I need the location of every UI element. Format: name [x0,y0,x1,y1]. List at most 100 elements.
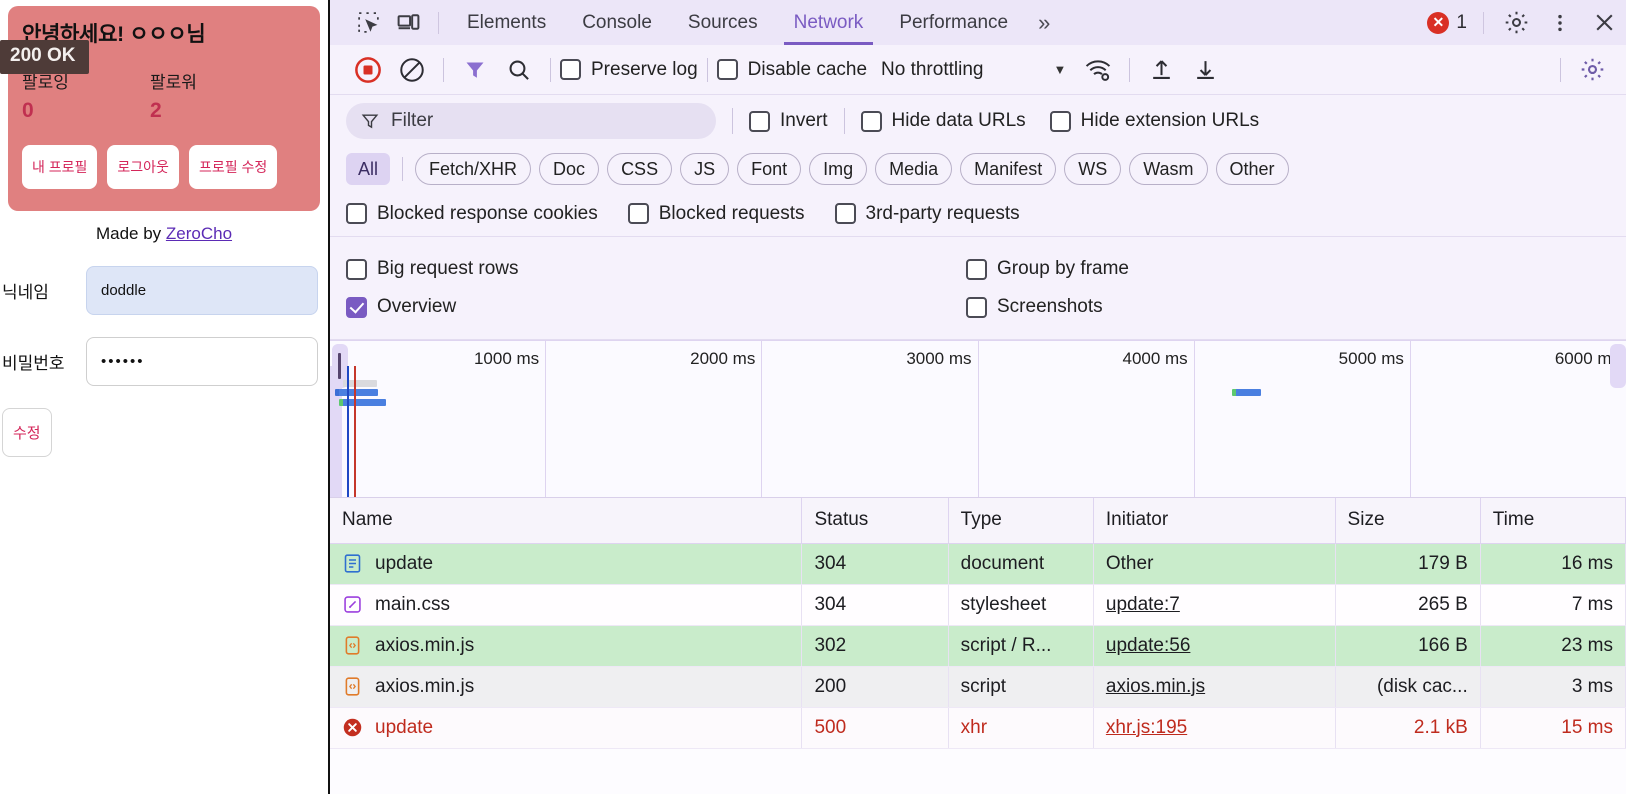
initiator-link[interactable]: update:56 [1106,635,1191,656]
blocked-response-cookies-label: Blocked response cookies [377,202,598,224]
cell-name[interactable]: axios.min.js [330,666,803,708]
cell-time: 16 ms [1480,543,1626,585]
chip-ws[interactable]: WS [1064,153,1122,185]
blocked-requests-checkbox[interactable]: Blocked requests [627,203,805,225]
big-request-rows-checkbox[interactable]: Big request rows [346,258,966,280]
tab-network[interactable]: Network [776,0,882,45]
group-by-frame-checkbox[interactable]: Group by frame [966,258,1129,280]
column-header-size[interactable]: Size [1335,498,1481,544]
requests-table-body: update 304 document Other 179 B 16 ms main.css… [330,543,1626,749]
hide-data-urls-checkbox[interactable]: Hide data URLs [860,110,1026,132]
upload-icon[interactable] [1139,52,1183,88]
disable-cache-checkbox[interactable]: Disable cache [716,59,867,81]
clear-icon[interactable] [390,52,434,88]
close-icon[interactable] [1582,0,1626,45]
kebab-menu-icon[interactable] [1538,0,1582,45]
cell-initiator[interactable]: axios.min.js [1093,666,1336,708]
cell-name[interactable]: update [330,707,803,749]
chip-media[interactable]: Media [875,153,953,185]
record-stop-icon[interactable] [346,52,390,88]
column-header-type[interactable]: Type [948,498,1094,544]
big-request-rows-label: Big request rows [377,258,519,279]
chip-doc[interactable]: Doc [539,153,600,185]
settings-gear-icon[interactable] [1494,0,1538,45]
zerocho-link[interactable]: ZeroCho [166,224,232,243]
chip-wasm[interactable]: Wasm [1129,153,1208,185]
column-header-time[interactable]: Time [1480,498,1626,544]
edit-profile-button[interactable]: 프로필 수정 [188,145,278,189]
overview-cell-3000: 3000 ms [762,340,979,497]
blocked-filters-row: Blocked response cookies Blocked request… [330,191,1626,237]
logout-button[interactable]: 로그아웃 [107,145,179,189]
overview-checkbox[interactable]: Overview [346,296,966,318]
filter-input[interactable]: Filter [346,103,716,139]
overview-cell-5000: 5000 ms [1195,340,1411,497]
overview-right-handle[interactable] [1610,344,1626,388]
chip-img[interactable]: Img [809,153,868,185]
big-request-rows-cell: Big request rows [346,258,966,280]
chip-font[interactable]: Font [737,153,802,185]
cell-type: script / R... [948,625,1094,667]
chip-all[interactable]: All [346,153,391,185]
funnel-icon[interactable] [453,52,497,88]
chip-css[interactable]: CSS [607,153,673,185]
group-by-frame-label: Group by frame [997,258,1129,279]
preserve-log-checkbox[interactable]: Preserve log [560,59,698,81]
screenshots-checkbox[interactable]: Screenshots [966,296,1103,318]
inspect-element-icon[interactable] [348,6,388,39]
network-overview-timeline[interactable]: 1000 ms 2000 ms 3000 ms 4000 ms 5000 ms … [330,340,1626,498]
initiator-link[interactable]: update:7 [1106,594,1180,615]
cell-name[interactable]: axios.min.js [330,625,803,667]
tab-elements[interactable]: Elements [449,0,564,45]
network-settings-gear-icon[interactable] [1570,52,1614,88]
my-profile-button[interactable]: 내 프로필 [22,145,98,189]
network-toolbar: Preserve log Disable cache No throttling… [330,45,1626,95]
following-count: 0 [22,99,34,122]
cell-initiator[interactable]: update:56 [1093,625,1336,667]
cell-size: 179 B [1335,543,1481,585]
requests-table-wrap[interactable]: Name Status Type Initiator Size Time upd… [330,498,1626,794]
table-row[interactable]: axios.min.js 302 script / R... update:56 166… [330,625,1626,667]
cell-initiator[interactable]: xhr.js:195 [1093,707,1336,749]
password-input[interactable] [86,337,318,386]
chip-fetch-xhr[interactable]: Fetch/XHR [415,153,532,185]
hide-extension-urls-checkbox[interactable]: Hide extension URLs [1049,110,1259,132]
chip-js[interactable]: JS [680,153,730,185]
initiator-link[interactable]: xhr.js:195 [1106,717,1187,738]
tab-sources[interactable]: Sources [670,0,776,45]
tab-performance[interactable]: Performance [881,0,1026,45]
wifi-gear-icon[interactable] [1076,52,1120,88]
script-icon [342,635,363,656]
download-icon[interactable] [1183,52,1227,88]
error-count-label: 1 [1456,11,1467,33]
more-tabs-icon[interactable]: » [1026,10,1062,36]
chip-manifest[interactable]: Manifest [960,153,1057,185]
made-by: Made by ZeroCho [0,224,328,244]
third-party-requests-checkbox[interactable]: 3rd-party requests [834,203,1020,225]
search-icon[interactable] [497,52,541,88]
nickname-input[interactable] [86,266,318,315]
column-header-name[interactable]: Name [330,498,803,544]
options-line-1: Big request rows Group by frame [346,250,1610,288]
cell-name[interactable]: update [330,543,803,585]
cell-initiator[interactable]: update:7 [1093,584,1336,626]
device-toolbar-icon[interactable] [388,6,428,39]
tab-console[interactable]: Console [564,0,670,45]
chip-other[interactable]: Other [1215,153,1289,185]
stylesheet-icon [342,594,363,615]
toolbar-divider-5 [1560,57,1561,82]
network-options: Big request rows Group by frame Overview [330,237,1626,340]
table-row[interactable]: main.css 304 stylesheet update:7 265 B7 ms [330,584,1626,626]
initiator-link[interactable]: axios.min.js [1106,676,1205,697]
submit-edit-button[interactable]: 수정 [2,408,52,457]
error-count-badge[interactable]: ✕ 1 [1427,11,1467,34]
column-header-status[interactable]: Status [801,498,949,544]
table-row[interactable]: update 304 document Other 179 B 16 ms [330,543,1626,585]
blocked-response-cookies-checkbox[interactable]: Blocked response cookies [346,203,598,225]
column-header-initiator[interactable]: Initiator [1093,498,1336,544]
table-row[interactable]: axios.min.js 200 script axios.min.js (disk c… [330,666,1626,708]
cell-name[interactable]: main.css [330,584,803,626]
table-row[interactable]: update 500 xhr xhr.js:195 2.1 kB 15 ms [330,707,1626,749]
invert-checkbox[interactable]: Invert [749,110,828,132]
throttling-select[interactable]: No throttling ▼ [881,59,1066,81]
